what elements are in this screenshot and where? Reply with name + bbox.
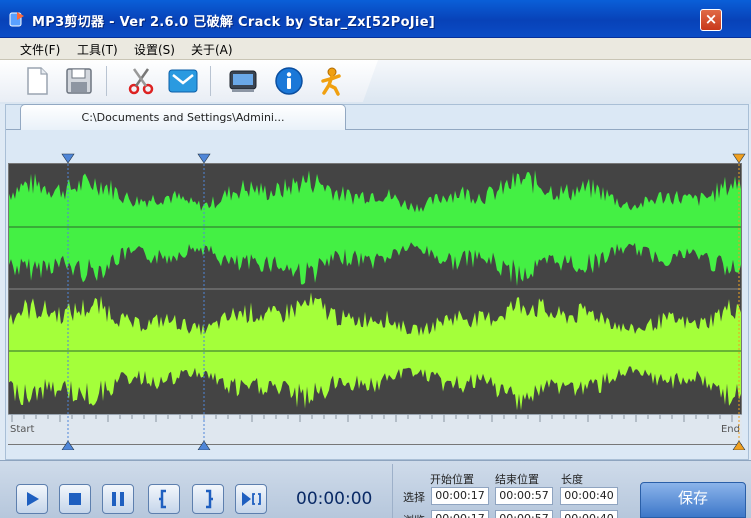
header-length: 长度 (561, 473, 583, 486)
header-end: 结束位置 (495, 473, 539, 486)
person-runner-icon[interactable] (314, 64, 348, 98)
row-label-browse: 浏览 (403, 512, 425, 518)
app-window: MP3剪切器 - Ver 2.6.0 已破解 Crack by Star_Zx[… (0, 0, 751, 518)
row-label-select: 选择 (403, 491, 425, 504)
play-button[interactable] (16, 484, 48, 514)
menu-about[interactable]: 关于(A) (191, 41, 233, 58)
menu-bar: 文件(F) 工具(T) 设置(S) 关于(A) (0, 38, 751, 60)
menu-tools[interactable]: 工具(T) (77, 41, 118, 58)
mark-end-icon (206, 489, 213, 509)
end-marker-bottom-handle[interactable] (197, 440, 211, 450)
browse-length-field[interactable]: 00:00:40 (560, 510, 618, 518)
save-button[interactable]: 保存 (640, 482, 746, 518)
start-marker-bottom-handle[interactable] (61, 440, 75, 450)
mark-start-icon (159, 489, 166, 509)
menu-file[interactable]: 文件(F) (20, 41, 60, 58)
screen-icon[interactable] (226, 64, 260, 98)
info-icon[interactable] (272, 64, 306, 98)
select-length-field[interactable]: 00:00:40 (560, 487, 618, 505)
scissors-icon[interactable] (124, 64, 158, 98)
stop-button[interactable] (59, 484, 91, 514)
app-icon (9, 12, 24, 27)
close-button[interactable]: × (700, 9, 722, 31)
file-end-marker-top-handle[interactable] (732, 153, 746, 164)
pause-icon (112, 492, 124, 506)
current-time: 00:00:00 (296, 489, 373, 509)
title-bar: MP3剪切器 - Ver 2.6.0 已破解 Crack by Star_Zx[… (0, 0, 751, 38)
toolbar-separator (210, 66, 211, 96)
end-marker-top-handle[interactable] (197, 153, 211, 164)
pause-button[interactable] (102, 484, 134, 514)
header-start: 开始位置 (430, 473, 474, 486)
start-marker-top-handle[interactable] (61, 153, 75, 164)
save-disk-icon[interactable] (62, 64, 96, 98)
stop-icon (69, 493, 81, 505)
menu-settings[interactable]: 设置(S) (134, 41, 175, 58)
window-title: MP3剪切器 - Ver 2.6.0 已破解 Crack by Star_Zx[… (32, 15, 436, 30)
toolbar-separator (106, 66, 107, 96)
file-tab[interactable]: C:\Documents and Settings\Admini... (20, 104, 346, 130)
mark-end-button[interactable] (192, 484, 224, 514)
new-file-icon[interactable] (20, 64, 54, 98)
play-selection-icon (242, 492, 261, 506)
select-end-field[interactable]: 00:00:57 (495, 487, 553, 505)
browse-end-field[interactable]: 00:00:57 (495, 510, 553, 518)
mark-start-button[interactable] (148, 484, 180, 514)
play-selection-button[interactable] (235, 484, 267, 514)
toolbar (0, 60, 751, 104)
play-icon (27, 492, 39, 506)
select-start-field[interactable]: 00:00:17 (431, 487, 489, 505)
email-icon[interactable] (166, 64, 200, 98)
selection-markers (61, 153, 746, 450)
browse-start-field[interactable]: 00:00:17 (431, 510, 489, 518)
file-end-marker-bottom-handle[interactable] (732, 440, 746, 450)
